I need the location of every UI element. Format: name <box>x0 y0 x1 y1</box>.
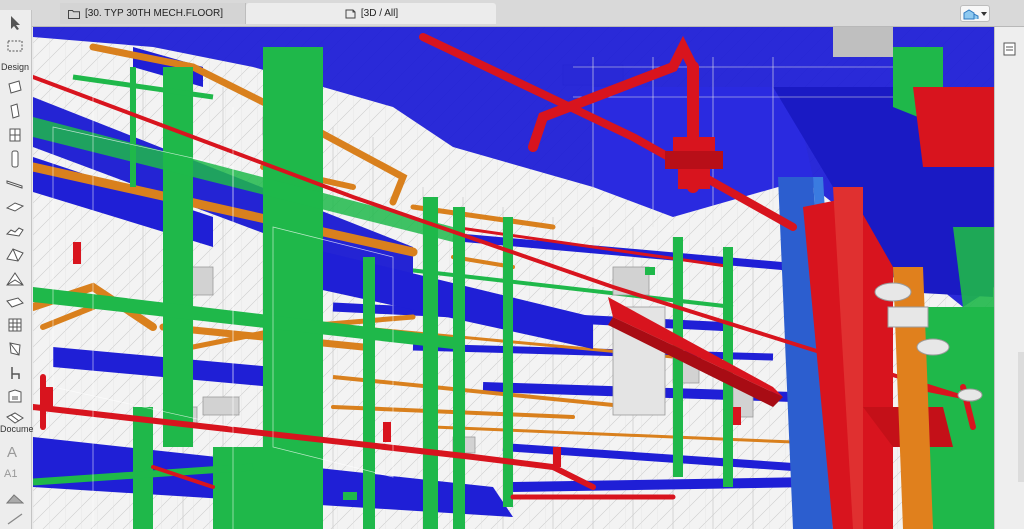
tab-floor-plan-label: [30. TYP 30TH MECH.FLOOR] <box>85 8 224 19</box>
chevron-down-icon <box>981 11 987 16</box>
railing-tool[interactable] <box>4 340 26 358</box>
column-icon <box>10 103 20 119</box>
window-icon <box>9 128 21 142</box>
shell-tool[interactable] <box>4 246 26 264</box>
marquee-tool[interactable] <box>4 37 26 55</box>
window-tool[interactable] <box>4 126 26 144</box>
tab-3d-view[interactable]: [3D / All] <box>246 3 496 24</box>
folder-icon <box>68 9 80 19</box>
line-icon <box>7 513 23 525</box>
mesh-tool[interactable] <box>4 294 26 312</box>
mep-model-render <box>33 27 994 529</box>
line-tool[interactable] <box>4 510 26 528</box>
right-panel <box>994 27 1024 529</box>
object-tool[interactable] <box>4 364 26 382</box>
zone-icon <box>8 389 22 403</box>
3d-viewport[interactable] <box>33 27 994 529</box>
railing-icon <box>9 342 21 356</box>
tab-floor-plan[interactable]: [30. TYP 30TH MECH.FLOOR] <box>60 3 246 24</box>
chair-icon <box>11 367 20 379</box>
morph-icon <box>6 272 24 286</box>
beam-tool[interactable] <box>4 150 26 168</box>
roof-icon <box>6 202 24 212</box>
arrow-tool[interactable] <box>4 14 26 32</box>
document-section-label: Docume <box>0 424 34 434</box>
slab-icon <box>6 180 23 189</box>
column-tool[interactable] <box>4 102 26 120</box>
fill-icon <box>6 494 24 504</box>
shell-icon <box>6 248 24 262</box>
morph-tool[interactable] <box>4 270 26 288</box>
stair-tool[interactable] <box>4 222 26 240</box>
arrow-cursor-icon <box>11 16 20 30</box>
toolbox: Design Docume A A1 <box>0 10 34 529</box>
beam-icon <box>11 150 19 168</box>
navigator-icon[interactable] <box>1002 41 1018 57</box>
text-tool[interactable]: A <box>7 444 17 461</box>
landscape-icon <box>6 412 24 424</box>
mesh-icon <box>6 297 24 308</box>
wall-tool[interactable] <box>4 78 26 96</box>
tab-bar: [30. TYP 30TH MECH.FLOOR] [3D / All] <box>0 0 1024 27</box>
tab-3d-view-label: [3D / All] <box>360 8 399 19</box>
slab-tool[interactable] <box>4 175 26 193</box>
zone-tool[interactable] <box>4 387 26 405</box>
label-tool[interactable]: A1 <box>4 468 17 480</box>
design-section-label: Design <box>1 62 30 72</box>
curtain-wall-tool[interactable] <box>4 316 26 334</box>
cube-icon <box>345 9 356 18</box>
right-panel-scrollbar[interactable] <box>1018 352 1024 482</box>
view-options-button[interactable] <box>960 5 990 22</box>
curtain-wall-icon <box>8 318 22 332</box>
marquee-icon <box>7 40 23 52</box>
fill-tool[interactable] <box>4 490 26 508</box>
roof-tool[interactable] <box>4 198 26 216</box>
wall-icon <box>8 80 22 94</box>
building-icon <box>963 8 979 19</box>
stair-icon <box>6 227 24 237</box>
